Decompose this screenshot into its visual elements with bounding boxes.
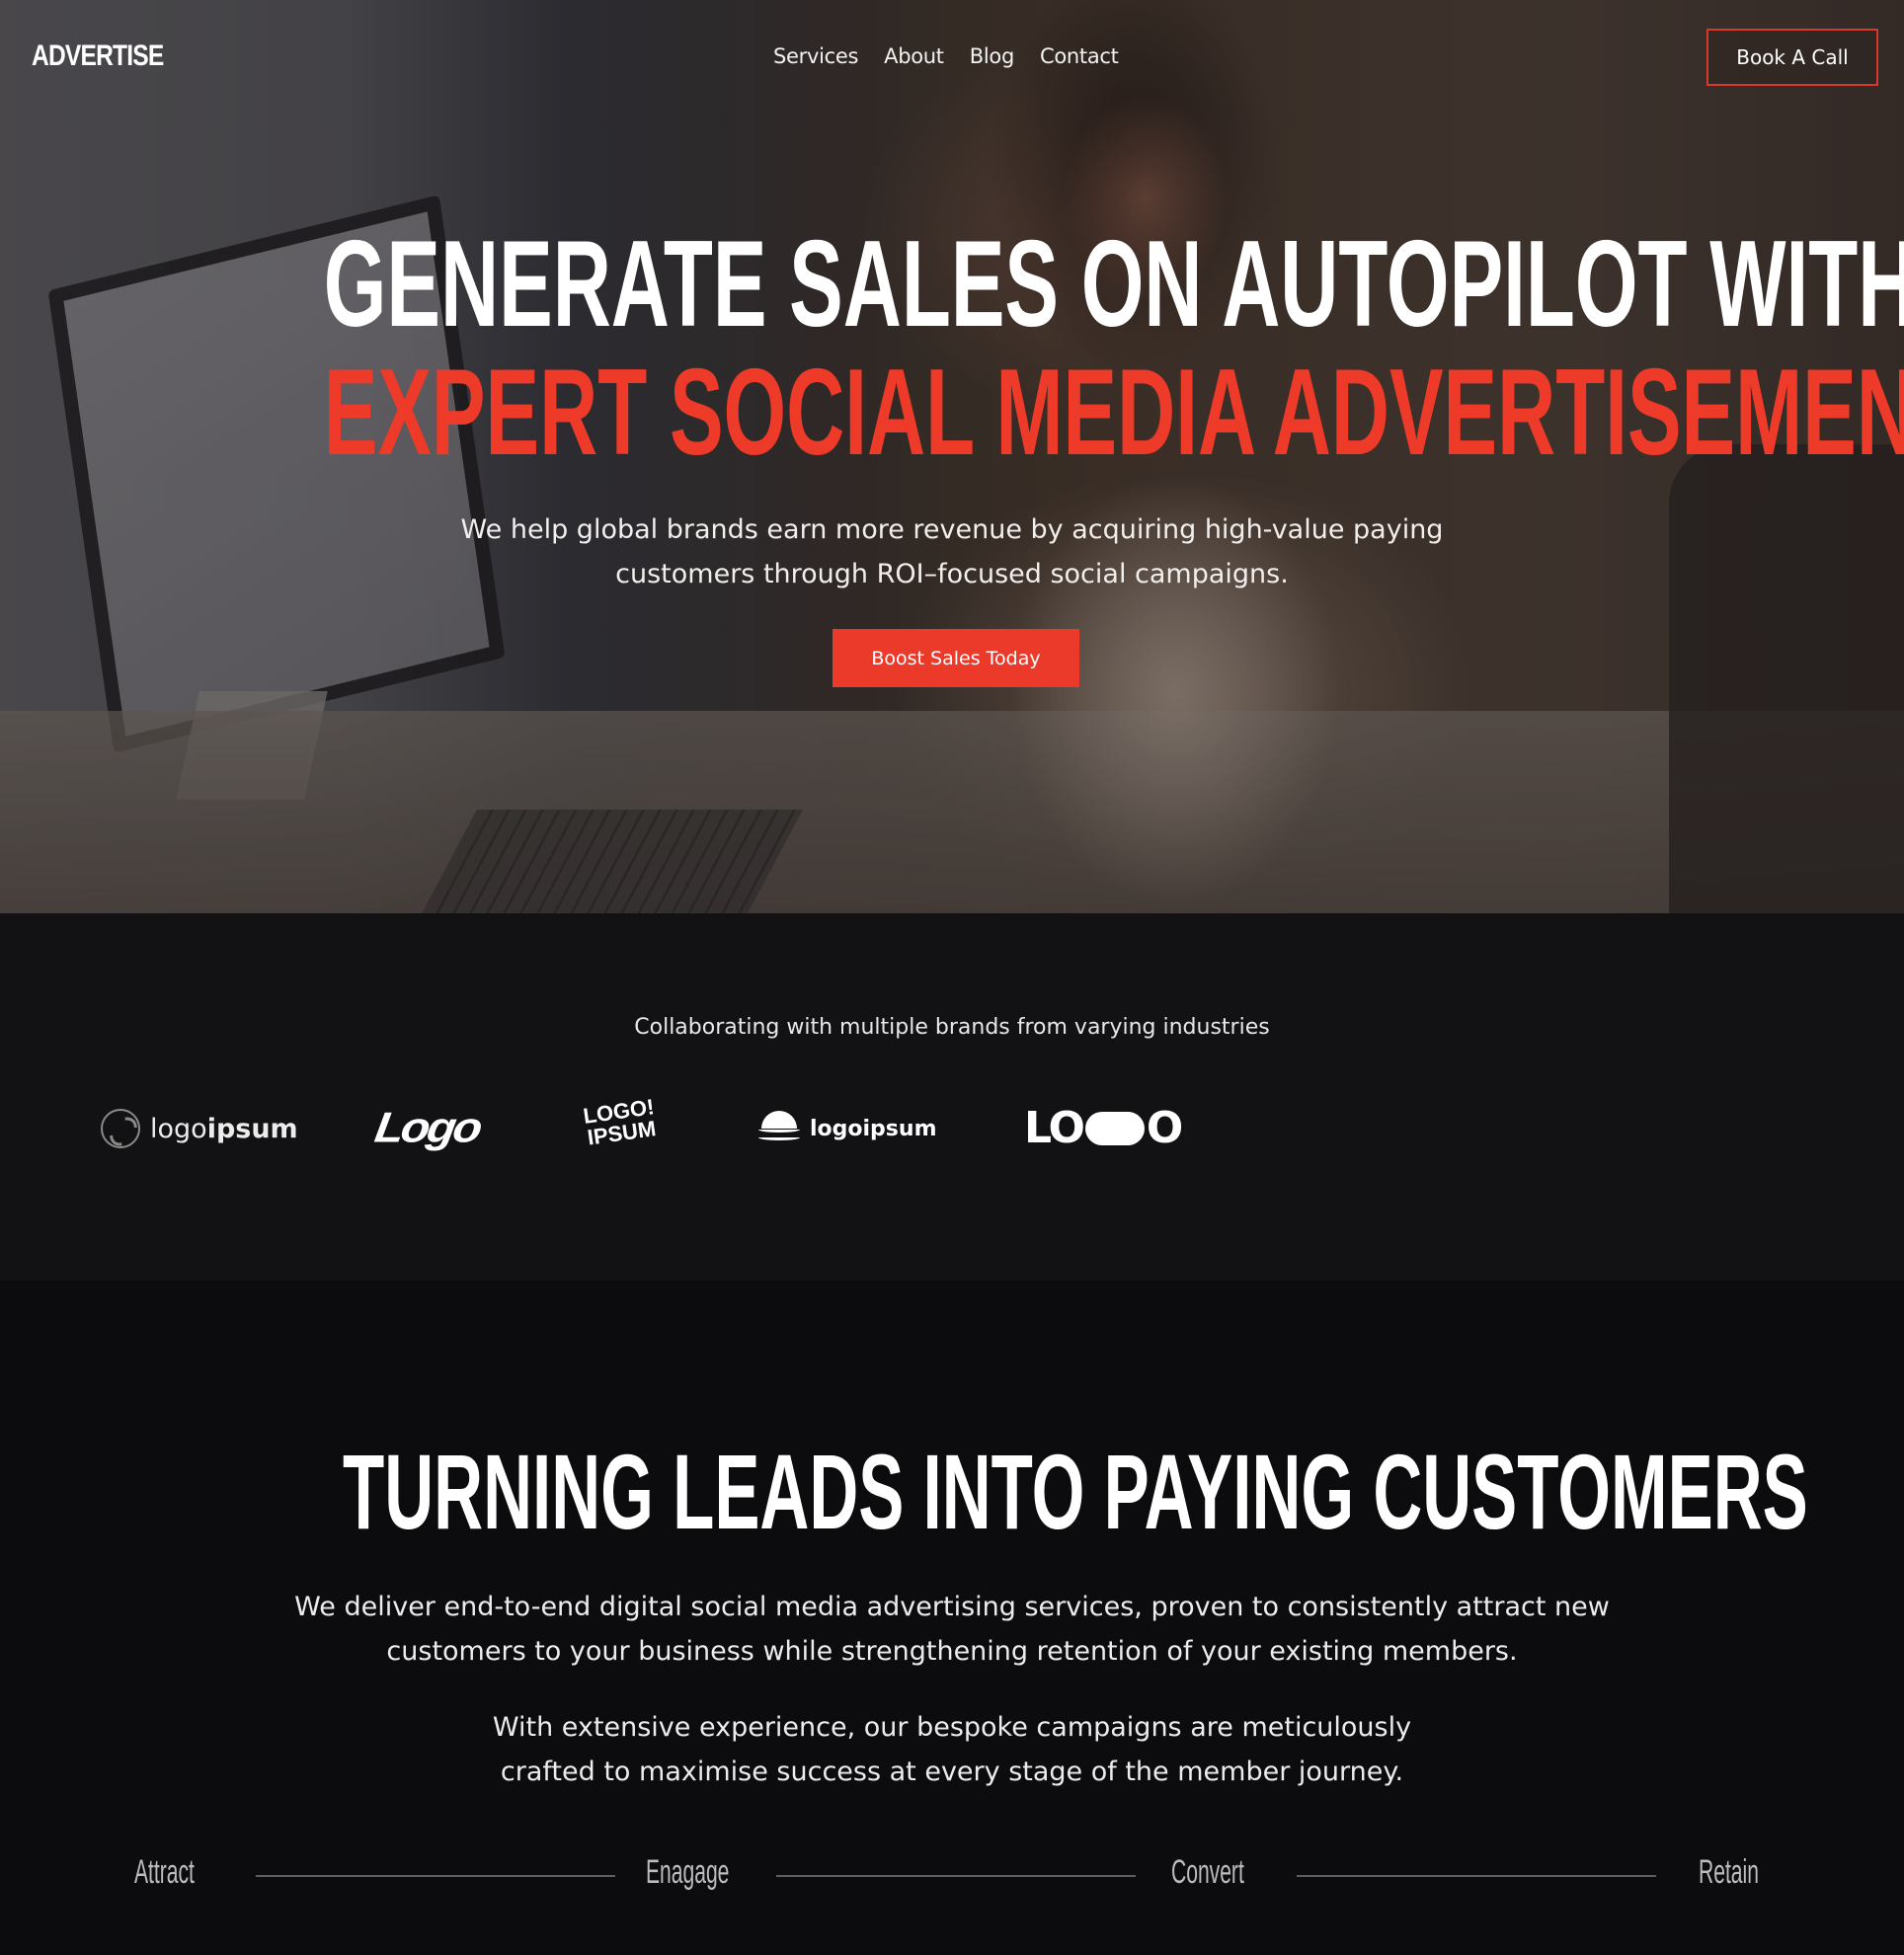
leads-paragraph-1: We deliver end-to-end digital social med…	[294, 1592, 1610, 1667]
top-navigation: ADVERTISE Services About Blog Contact Bo…	[0, 0, 1904, 115]
nav-link-services[interactable]: Services	[773, 44, 858, 68]
stage-connector	[776, 1875, 1136, 1877]
stage-retain[interactable]: Retain	[1699, 1853, 1759, 1892]
hero-headline-line1: Generate Sales on Autopilot with	[323, 216, 1904, 352]
book-a-call-button[interactable]: Book A Call	[1706, 29, 1878, 86]
stage-attract[interactable]: Attract	[134, 1853, 195, 1892]
nav-link-about[interactable]: About	[884, 44, 944, 68]
leads-section: Turning Leads Into Paying Customers We d…	[0, 1281, 1904, 1955]
site-logo[interactable]: ADVERTISE	[32, 39, 164, 73]
leads-title: Turning Leads Into Paying Customers	[343, 1432, 1808, 1551]
hero-section: ADVERTISE Services About Blog Contact Bo…	[0, 0, 1904, 913]
nav-link-blog[interactable]: Blog	[970, 44, 1015, 68]
brands-caption: Collaborating with multiple brands from …	[634, 1015, 1270, 1040]
stage-convert[interactable]: Convert	[1171, 1853, 1244, 1892]
brand-logo-4: logoipsum	[758, 1111, 937, 1146]
brand-logo-2: Logo	[371, 1104, 484, 1152]
nav-links: Services About Blog Contact	[773, 44, 1119, 68]
coffee-bean-ring-icon	[101, 1109, 140, 1148]
speech-pill-icon	[1084, 1111, 1145, 1145]
hero-subtext: We help global brands earn more revenue …	[460, 514, 1444, 589]
journey-stages: Attract Enagage Convert Retain	[0, 1853, 1904, 1913]
stage-connector	[1297, 1875, 1656, 1877]
waves-dome-icon	[758, 1111, 800, 1146]
stage-engage[interactable]: Enagage	[646, 1853, 729, 1892]
brand-logo-1-text: logoipsum	[150, 1113, 298, 1144]
leads-paragraph-2: With extensive experience, our bespoke c…	[492, 1712, 1412, 1787]
brands-section: Collaborating with multiple brands from …	[0, 913, 1904, 1281]
nav-link-contact[interactable]: Contact	[1040, 44, 1119, 68]
brand-logo-1: logoipsum	[101, 1109, 298, 1148]
stage-connector	[256, 1875, 615, 1877]
brand-logo-5: LO O	[1024, 1103, 1183, 1153]
brand-logo-3: LOGO! IPSUM	[582, 1094, 658, 1150]
boost-sales-button[interactable]: Boost Sales Today	[833, 629, 1079, 687]
hero-headline-line2: Expert Social Media Advertisement	[323, 345, 1904, 481]
